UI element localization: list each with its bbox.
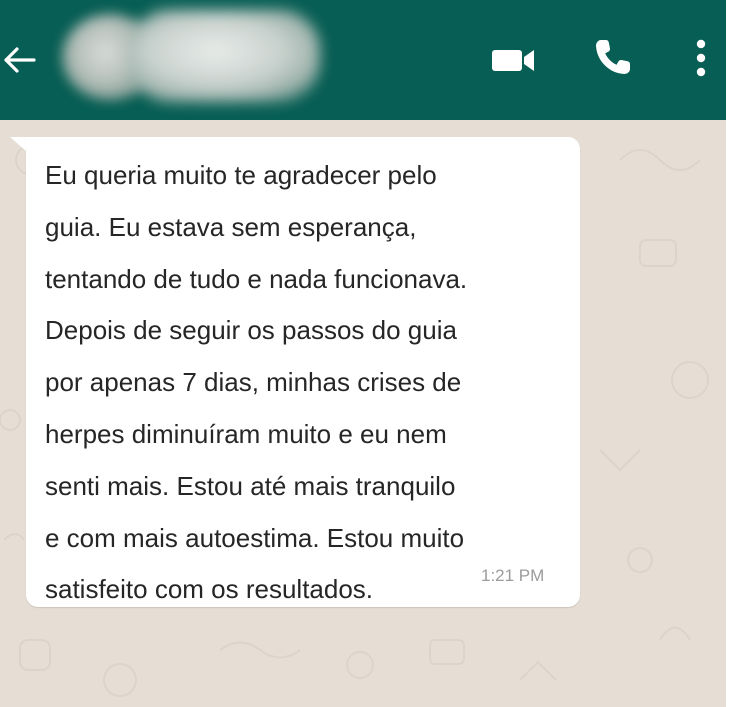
message-line: satisfeito com os resultados. <box>45 574 374 605</box>
more-vertical-icon <box>696 39 706 77</box>
message-line: guia. Eu estava sem esperança, <box>45 211 417 242</box>
message-line: tentando de tudo e nada funcionava. <box>45 263 468 294</box>
chat-area[interactable]: Eu queria muito te agradecer pelo guia. … <box>0 120 726 707</box>
chat-header <box>0 0 726 120</box>
more-options-button[interactable] <box>684 32 718 86</box>
message-timestamp: 1:21 PM <box>481 566 545 585</box>
message-line: Depois de seguir os passos do guia <box>45 315 457 346</box>
message-bubble[interactable]: Eu queria muito te agradecer pelo guia. … <box>26 137 580 607</box>
message-line: herpes diminuíram muito e eu nem <box>45 418 447 449</box>
arrow-left-icon <box>4 47 36 73</box>
video-call-button[interactable] <box>488 38 542 82</box>
voice-call-button[interactable] <box>588 32 638 82</box>
message-bubble-tail <box>10 137 26 151</box>
message-text: Eu queria muito te agradecer pelo guia. … <box>45 150 565 616</box>
message-line: por apenas 7 dias, minhas crises de <box>45 367 462 398</box>
back-button[interactable] <box>0 38 40 82</box>
contact-name[interactable] <box>130 10 320 102</box>
window-edge <box>726 0 730 707</box>
phone-icon <box>596 40 630 74</box>
message-line: Eu queria muito te agradecer pelo <box>45 160 437 190</box>
video-camera-icon <box>492 50 534 71</box>
message-line: e com mais autoestima. Estou muito <box>45 522 465 553</box>
chat-window: Eu queria muito te agradecer pelo guia. … <box>0 0 726 707</box>
message-line: senti mais. Estou até mais tranquilo <box>45 470 456 501</box>
